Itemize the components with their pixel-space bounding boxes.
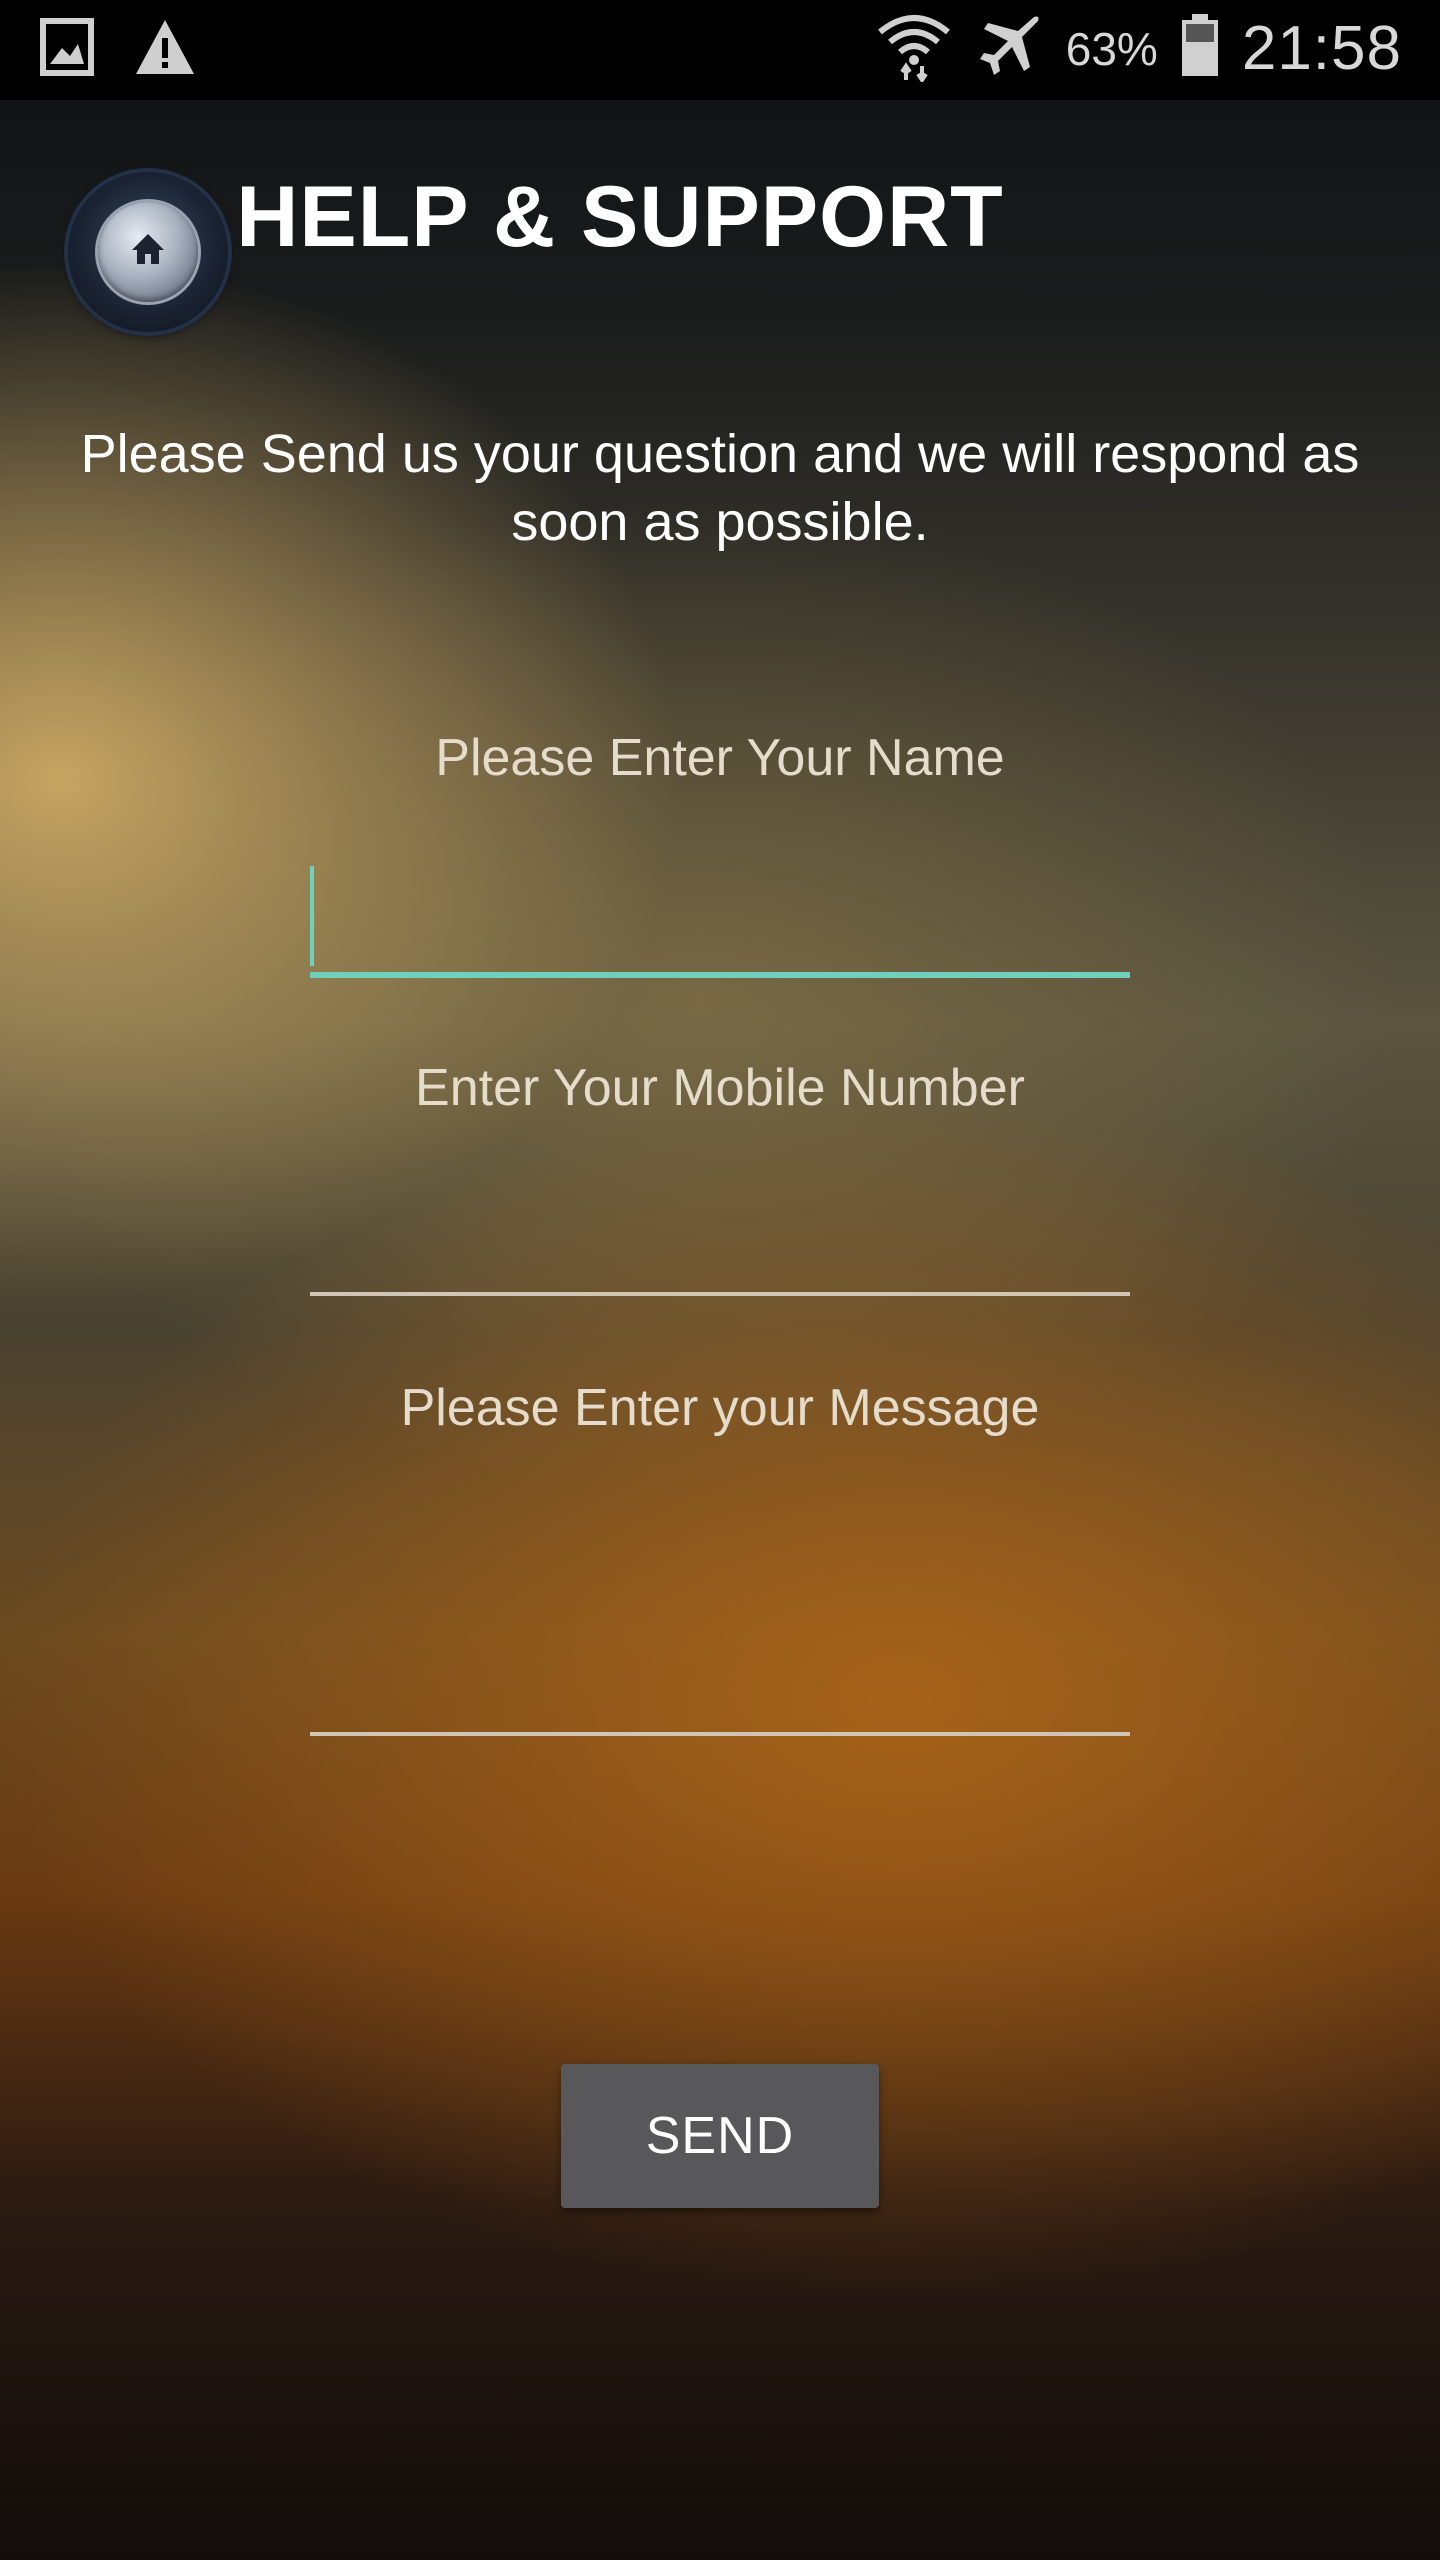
name-input[interactable] bbox=[310, 868, 1134, 966]
message-field-label: Please Enter your Message bbox=[400, 1379, 1040, 1437]
home-button-face bbox=[98, 202, 198, 302]
name-input-underline bbox=[310, 972, 1130, 978]
battery-icon bbox=[1180, 14, 1220, 83]
status-bar-left bbox=[40, 18, 196, 81]
page-title: HELP & SUPPORT bbox=[236, 169, 1004, 265]
send-button[interactable]: SEND bbox=[561, 2064, 879, 2208]
name-field-label: Please Enter Your Name bbox=[435, 729, 1005, 787]
warning-icon bbox=[134, 18, 196, 81]
status-bar-right: 63% 21:58 bbox=[876, 10, 1402, 87]
mobile-field-label: Enter Your Mobile Number bbox=[415, 1059, 1025, 1117]
mobile-input-underline bbox=[310, 1292, 1130, 1296]
name-field: Please Enter Your Name bbox=[310, 728, 1134, 988]
status-time: 21:58 bbox=[1241, 14, 1402, 83]
message-input[interactable] bbox=[310, 1478, 1134, 1702]
mobile-field: Enter Your Mobile Number bbox=[310, 1058, 1134, 1298]
message-field: Please Enter your Message bbox=[310, 1378, 1134, 1738]
home-icon bbox=[132, 234, 164, 264]
gallery-icon bbox=[40, 18, 94, 81]
intro-text: Please Send us your question and we will… bbox=[80, 424, 1360, 552]
message-input-underline bbox=[310, 1732, 1130, 1736]
airplane-mode-icon bbox=[974, 11, 1044, 86]
wifi-icon bbox=[876, 10, 952, 87]
mobile-input[interactable] bbox=[310, 1188, 1134, 1286]
help-support-screen: 63% 21:58 HELP & SUPPORT Please Send us … bbox=[0, 0, 1440, 2560]
status-bar: 63% 21:58 bbox=[0, 0, 1440, 100]
battery-percent: 63% bbox=[1065, 22, 1158, 75]
